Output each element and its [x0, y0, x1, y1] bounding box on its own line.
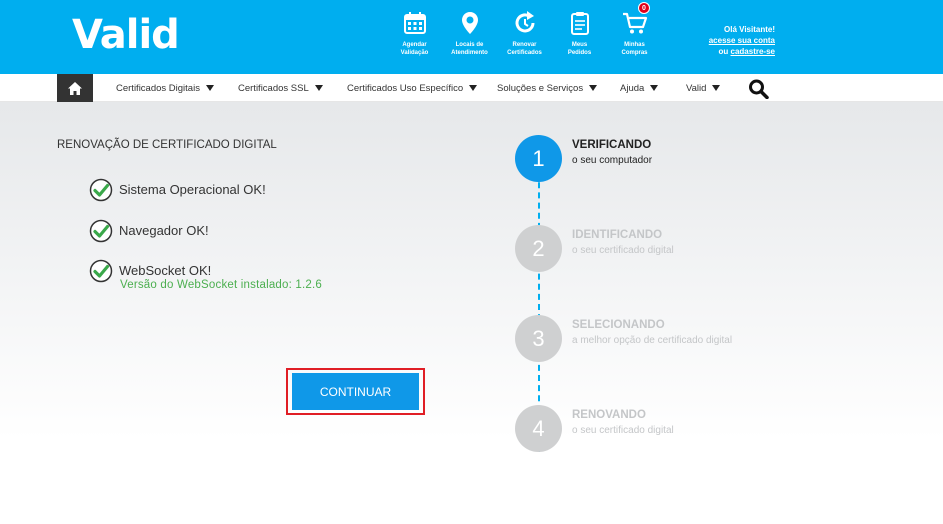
step-text: IDENTIFICANDO o seu certificado digital: [572, 229, 674, 256]
step-subtitle: o seu certificado digital: [572, 425, 674, 436]
nav-item-certificados-uso-especifico[interactable]: Certificados Uso Específico: [347, 74, 478, 102]
step-title: IDENTIFICANDO: [572, 229, 663, 241]
nav-label: Ajuda: [620, 82, 645, 94]
step-renovando: 4 RENOVANDO o seu certificado digital: [515, 405, 915, 452]
step-text: SELECIONANDO a melhor opção de certifica…: [572, 319, 732, 346]
step-subtitle: o seu computador: [572, 155, 653, 166]
step-subtitle: a melhor opção de certificado digital: [572, 335, 733, 346]
main-content: RENOVAÇÃO DE CERTIFICADO DIGITAL Sistema…: [0, 102, 943, 524]
check-sistema-operacional: Sistema Operacional OK!: [89, 178, 266, 202]
check-websocket: WebSocket OK! Versão do WebSocket instal…: [89, 259, 322, 291]
step-number: 3: [515, 315, 562, 362]
nav-label: Valid: [686, 82, 707, 94]
caret-down-icon: [314, 85, 323, 91]
step-number: 1: [515, 135, 562, 182]
nav-label: Soluções e Serviços: [497, 82, 584, 94]
user-greeting: Olá Visitante! acesse sua conta ou cadas…: [709, 24, 775, 57]
nav-item-ajuda[interactable]: Ajuda: [620, 74, 659, 102]
caret-down-icon: [712, 85, 721, 91]
clipboard-icon: [570, 12, 589, 35]
home-icon: [68, 81, 82, 95]
caret-down-icon: [469, 85, 478, 91]
nav-item-solucoes-servicos[interactable]: Soluções e Serviços: [497, 74, 598, 102]
map-pin-icon: [461, 12, 478, 34]
check-navegador: Navegador OK!: [89, 219, 209, 243]
home-button[interactable]: [57, 74, 93, 102]
cart-count-badge: 0: [638, 2, 650, 14]
step-title: VERIFICANDO: [572, 139, 652, 151]
step-title: SELECIONANDO: [572, 319, 665, 331]
refresh-icon: [515, 11, 534, 33]
caret-down-icon: [650, 85, 659, 91]
meus-pedidos-button[interactable]: Meus Pedidos: [560, 10, 599, 66]
search-button[interactable]: [748, 79, 770, 100]
greeting-text: Olá Visitante!: [724, 25, 775, 34]
step-number: 4: [515, 405, 562, 452]
check-label: Navegador OK!: [119, 223, 209, 238]
step-selecionando: 3 SELECIONANDO a melhor opção de certifi…: [515, 315, 915, 362]
locais-atendimento-label: Locais de Atendimento: [451, 42, 488, 56]
nav-item-certificados-ssl[interactable]: Certificados SSL: [238, 74, 323, 102]
check-circle-icon: [89, 219, 113, 243]
nav-label: Certificados SSL: [238, 82, 309, 94]
nav-label: Certificados Digitais: [116, 82, 200, 94]
caret-down-icon: [589, 85, 598, 91]
valid-logo[interactable]: Valid: [72, 12, 180, 58]
renovar-certificados-label: Renovar Certificados: [507, 42, 542, 56]
websocket-version: Versão do WebSocket instalado: 1.2.6: [120, 279, 322, 291]
header-icon-bar: Agendar Validação Locais de Atendimento …: [395, 2, 670, 66]
nav-item-certificados-digitais[interactable]: Certificados Digitais: [116, 74, 214, 102]
check-circle-icon: [89, 178, 113, 202]
search-icon: [749, 79, 769, 100]
check-circle-icon: [89, 259, 113, 283]
renovar-certificados-button[interactable]: Renovar Certificados: [505, 10, 544, 66]
agendar-validacao-button[interactable]: Agendar Validação: [395, 10, 434, 66]
continuar-button[interactable]: CONTINUAR: [292, 373, 419, 410]
calendar-icon: [403, 12, 426, 34]
minhas-compras-button[interactable]: 0 Minhas Compras: [615, 2, 654, 66]
minhas-compras-label: Minhas Compras: [621, 42, 648, 56]
meus-pedidos-label: Meus Pedidos: [567, 42, 592, 56]
step-verificando: 1 VERIFICANDO o seu computador: [515, 135, 915, 182]
step-title: RENOVANDO: [572, 409, 646, 421]
step-identificando: 2 IDENTIFICANDO o seu certificado digita…: [515, 225, 915, 272]
step-subtitle: o seu certificado digital: [572, 245, 674, 256]
or-text: ou: [718, 47, 729, 56]
agendar-validacao-label: Agendar Validação: [400, 42, 429, 56]
caret-down-icon: [205, 85, 214, 91]
step-text: VERIFICANDO o seu computador: [572, 139, 652, 166]
check-text-group: WebSocket OK! Versão do WebSocket instal…: [119, 263, 322, 291]
page-title: RENOVAÇÃO DE CERTIFICADO DIGITAL: [57, 139, 277, 151]
signup-link[interactable]: cadastre-se: [731, 47, 775, 56]
step-text: RENOVANDO o seu certificado digital: [572, 409, 674, 436]
main-nav: Certificados Digitais Certificados SSL C…: [0, 74, 943, 102]
nav-label: Certificados Uso Específico: [347, 82, 464, 94]
account-link[interactable]: acesse sua conta: [709, 36, 775, 45]
check-label: Sistema Operacional OK!: [119, 182, 266, 197]
locais-atendimento-button[interactable]: Locais de Atendimento: [450, 10, 489, 66]
header: Valid Agendar Validação Locais de Atendi…: [0, 0, 943, 74]
check-label: WebSocket OK!: [119, 263, 212, 278]
step-number: 2: [515, 225, 562, 272]
nav-item-valid[interactable]: Valid: [686, 74, 721, 102]
